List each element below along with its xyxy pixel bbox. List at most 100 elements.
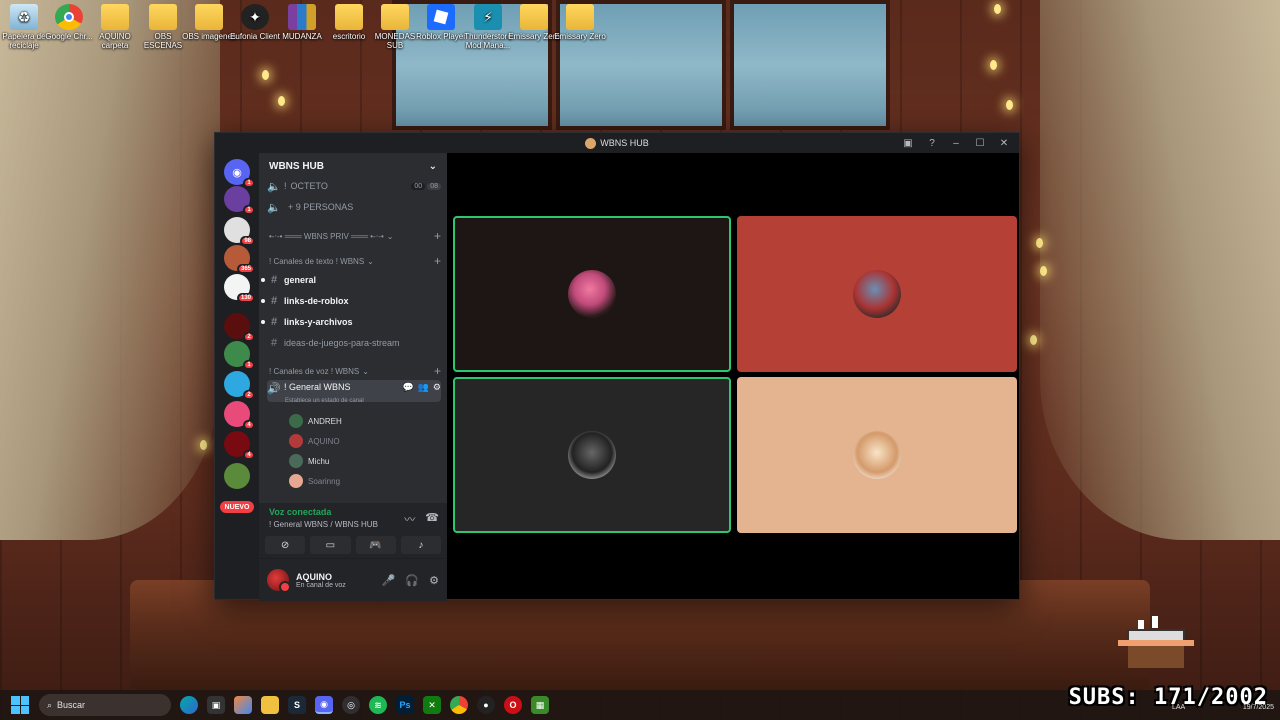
soundboard-icon: ♪	[418, 539, 424, 551]
category-name: •-‧-• ═══ WBNS PRIV ═══ •-‧-•	[269, 231, 384, 241]
activities-button[interactable]: 🎮	[355, 536, 396, 554]
soundboard-button[interactable]: ♪	[400, 536, 441, 554]
add-channel-icon[interactable]: +	[434, 229, 441, 243]
participant-tile[interactable]	[453, 377, 731, 533]
server-icon[interactable]: 4	[224, 431, 255, 460]
server-icon[interactable]: 1	[224, 341, 255, 370]
desktop-icon-emissary-zero-2[interactable]: Emissary Zero	[552, 4, 608, 41]
voice-connection-panel: Voz conectada ! General WBNS / WBNS HUB …	[259, 503, 447, 559]
chevron-down-icon: ⌄	[367, 256, 374, 266]
add-channel-icon[interactable]: +	[434, 254, 441, 268]
chrome-taskbar-icon[interactable]	[450, 696, 468, 714]
text-channel-links-de-roblox[interactable]: # links-de-roblox	[261, 292, 441, 310]
string-light	[994, 4, 1001, 14]
close-button[interactable]: ✕	[993, 133, 1015, 153]
taskbar-date[interactable]: 19/7/2025	[1243, 704, 1274, 711]
obs-icon[interactable]: ◎	[342, 696, 360, 714]
server-icon[interactable]: 2	[224, 313, 255, 342]
titlebar-controls: ▣ ? – ☐ ✕	[897, 133, 1015, 153]
voice-connected-channel[interactable]: ! General WBNS / WBNS HUB	[269, 520, 378, 529]
voice-user-soarinng[interactable]: Soarinng	[289, 472, 340, 490]
screen-share-icon: ▭	[325, 539, 336, 551]
channel-name: links-de-roblox	[284, 296, 349, 306]
text-channel-ideas[interactable]: # ideas-de-juegos-para-stream	[267, 334, 441, 352]
participant-tile[interactable]	[737, 216, 1017, 372]
headphones-icon[interactable]: 🎧	[405, 574, 419, 587]
discord-home-button[interactable]: ◉ 1	[224, 159, 255, 188]
help-icon[interactable]: ?	[921, 133, 943, 153]
photoshop-icon[interactable]: Ps	[396, 696, 414, 714]
start-button[interactable]	[11, 696, 29, 714]
new-badge[interactable]: NUEVO	[220, 501, 254, 513]
camera-off-icon: ⊘	[280, 539, 290, 551]
channel-status[interactable]: Establece un estado de canal	[285, 398, 364, 404]
task-view-icon[interactable]: ▣	[207, 696, 225, 714]
voice-user-andreh[interactable]: ANDREH	[289, 412, 342, 430]
screen-share-button[interactable]: ▭	[310, 536, 351, 554]
folder-icon	[195, 4, 223, 30]
window-title: WBNS HUB	[600, 138, 649, 148]
server-icon[interactable]	[224, 463, 250, 489]
wallpaper-curtain-right	[1040, 0, 1280, 540]
maximize-button[interactable]: ☐	[969, 133, 991, 153]
server-icon[interactable]: 4	[224, 401, 255, 430]
voice-user-aquino[interactable]: AQUINO	[289, 432, 340, 450]
gear-icon[interactable]: ⚙	[433, 382, 441, 393]
voice-channel-9-personas[interactable]: 🔈 + 9 PERSONAS	[267, 198, 441, 216]
notification-badge: 2	[243, 332, 255, 342]
edge-icon[interactable]	[180, 696, 198, 714]
server-icon[interactable]: 365	[224, 245, 255, 274]
file-explorer-icon[interactable]	[261, 696, 279, 714]
folder-icon	[381, 4, 409, 30]
inbox-icon[interactable]: ▣	[897, 133, 919, 153]
minecraft-icon[interactable]: ▦	[531, 696, 549, 714]
steam-icon[interactable]: S	[288, 696, 306, 714]
avatar[interactable]	[267, 569, 291, 593]
text-channel-links-y-archivos[interactable]: # links-y-archivos	[261, 313, 441, 331]
server-icon[interactable]: 1	[224, 186, 255, 215]
microphone-icon[interactable]: 🎤	[382, 574, 396, 587]
gear-icon[interactable]: ⚙	[429, 574, 439, 587]
category-voice-channels[interactable]: ! Canales de voz ! WBNS ⌄ +	[269, 364, 441, 378]
disconnect-icon[interactable]: ☎	[425, 511, 439, 527]
hash-icon: #	[270, 274, 278, 286]
server-icon[interactable]: 130	[224, 274, 255, 303]
spotify-icon[interactable]: ≋	[369, 696, 387, 714]
voice-user-michu[interactable]: Michu	[289, 452, 329, 470]
minimize-button[interactable]: –	[945, 133, 967, 153]
category-text-channels[interactable]: ! Canales de texto ! WBNS ⌄ +	[269, 254, 441, 268]
opera-icon[interactable]: O	[504, 696, 522, 714]
add-user-icon[interactable]: 👥	[418, 382, 429, 393]
notification-badge: 98	[240, 236, 255, 246]
eufonia-icon: ✦	[241, 4, 269, 30]
participant-tile[interactable]	[453, 216, 731, 372]
copilot-icon[interactable]	[234, 696, 252, 714]
participant-tile[interactable]	[737, 377, 1017, 533]
wallpaper-window-pane-3	[730, 0, 890, 130]
xbox-icon[interactable]: ✕	[423, 696, 441, 714]
channel-name: + 9 PERSONAS	[288, 202, 354, 212]
voice-channel-octeto[interactable]: 🔈 ! OCTETO 00 08	[267, 177, 441, 195]
text-channel-general[interactable]: # general	[261, 271, 441, 289]
chevron-down-icon: ⌄	[386, 231, 394, 241]
chat-icon[interactable]: 💬	[402, 382, 413, 393]
server-header[interactable]: WBNS HUB ⌄	[259, 153, 447, 179]
username: Soarinng	[308, 476, 341, 486]
pixel-coffee-cup	[1118, 616, 1194, 668]
github-icon[interactable]: ●	[477, 696, 495, 714]
voice-connected-status[interactable]: Voz conectada	[269, 507, 331, 517]
keyboard-language[interactable]: LAA	[1172, 704, 1185, 711]
gamepad-icon: 🎮	[369, 539, 382, 551]
channel-name: OCTETO	[290, 181, 328, 191]
notification-badge: 2	[243, 390, 255, 400]
discord-taskbar-icon[interactable]: ◉	[315, 696, 333, 714]
noise-suppression-icon[interactable]: 〰	[404, 511, 415, 527]
camera-off-button[interactable]: ⊘	[265, 536, 306, 554]
server-icon[interactable]: 98	[224, 217, 255, 246]
server-icon[interactable]: 2	[224, 371, 255, 400]
notification-badge: 130	[236, 293, 255, 303]
taskbar-search[interactable]: ⌕ Buscar	[39, 694, 171, 716]
current-username: AQUINO	[296, 571, 332, 582]
category-wbns-priv[interactable]: •-‧-• ═══ WBNS PRIV ═══ •-‧-• ⌄ +	[269, 229, 441, 243]
add-channel-icon[interactable]: +	[434, 364, 441, 378]
